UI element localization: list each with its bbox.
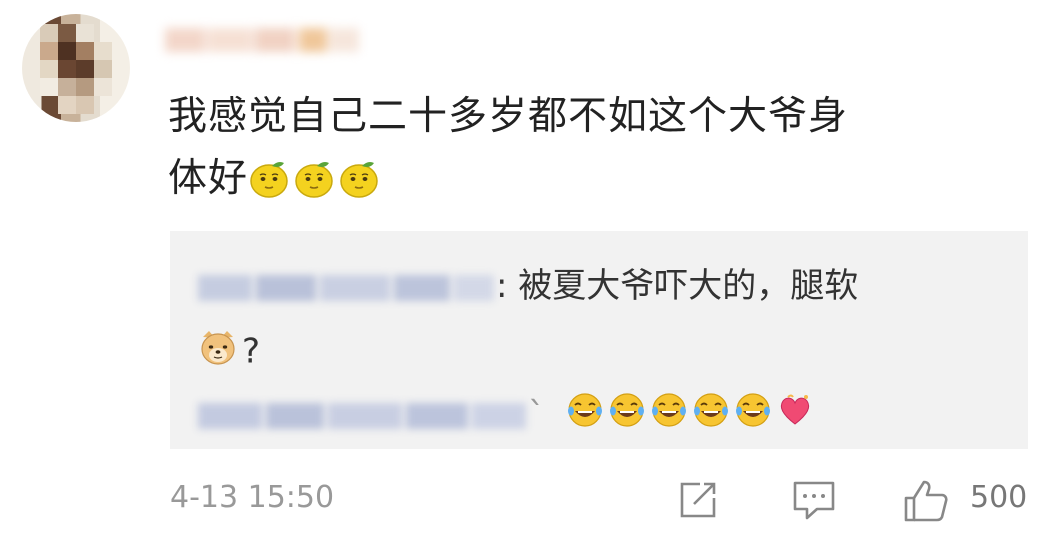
reply-username-blurred[interactable] (198, 273, 496, 303)
like-icon[interactable] (902, 478, 950, 528)
laugh-cry-emoji-icon (692, 391, 730, 441)
lemon-emoji-icon (293, 156, 335, 198)
reply-box[interactable]: : 被夏大爷吓大的，腿软 ? ` (170, 231, 1028, 449)
avatar[interactable] (22, 14, 130, 122)
username-blurred[interactable] (165, 24, 365, 58)
doge-emoji-icon (198, 327, 238, 379)
comment-icon[interactable] (791, 478, 837, 526)
lemon-emoji-icon (338, 156, 380, 198)
share-icon[interactable] (676, 478, 720, 526)
laugh-cry-emoji-icon (608, 391, 646, 441)
laugh-cry-emoji-icon (734, 391, 772, 441)
heart-emoji-icon (776, 391, 814, 441)
reply-separator: : (496, 266, 508, 306)
comment-body: 我感觉自己二十多岁都不如这个大爷身 体好 (168, 86, 1008, 210)
reply-1-trailing-text: ? (242, 331, 261, 372)
comment-line-1: 我感觉自己二十多岁都不如这个大爷身 (168, 94, 849, 139)
reply-1-continuation: ? (198, 327, 260, 379)
comment-line-2: 体好 (168, 148, 1008, 210)
like-count: 500 (970, 480, 1028, 515)
reply-text: 被夏大爷吓大的，腿软 (518, 266, 859, 306)
comment-timestamp: 4-13 15:50 (170, 480, 335, 515)
reply-2[interactable]: ` (198, 391, 818, 441)
lemon-emoji-icon (248, 156, 290, 198)
laugh-cry-emoji-icon (650, 391, 688, 441)
reply-username-blurred[interactable] (198, 401, 528, 431)
reply-separator: ` (528, 394, 545, 435)
laugh-cry-emoji-icon (566, 391, 604, 441)
reply-1[interactable]: : 被夏大爷吓大的，腿软 (198, 263, 858, 309)
